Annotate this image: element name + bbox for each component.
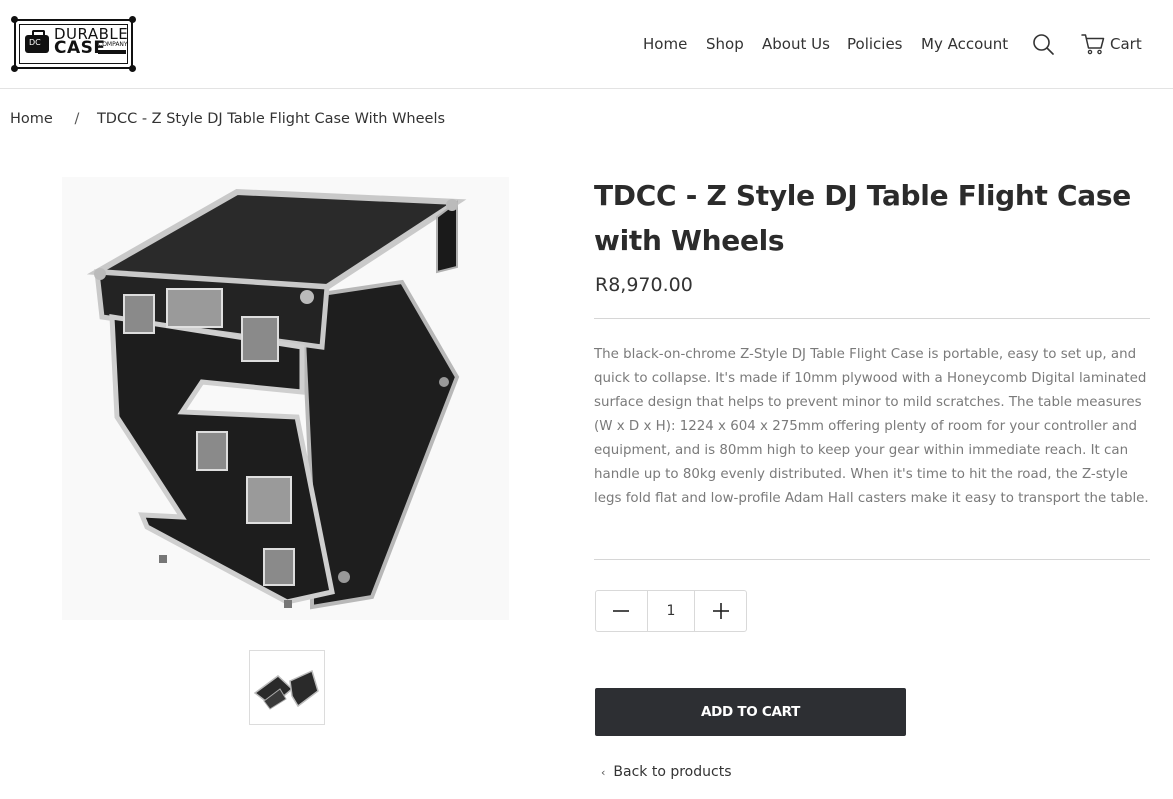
back-to-products-label: Back to products (613, 764, 732, 780)
cart-icon[interactable] (1081, 33, 1105, 55)
nav-home[interactable]: Home (643, 33, 687, 55)
dj-table-case-illustration (86, 188, 467, 610)
logo-corner (11, 65, 18, 72)
increase-quantity-button[interactable] (695, 591, 746, 631)
logo-underline (98, 50, 126, 54)
nav-about-us[interactable]: About Us (762, 33, 830, 55)
search-icon[interactable] (1032, 33, 1054, 55)
logo-word-company: COMPANY (98, 41, 128, 48)
logo-corner (129, 65, 136, 72)
product-thumbnail[interactable] (249, 650, 325, 725)
breadcrumb-current: TDCC - Z Style DJ Table Flight Case With… (96, 111, 446, 127)
product-description: The black-on-chrome Z-Style DJ Table Fli… (594, 347, 1149, 506)
briefcase-icon (25, 30, 49, 53)
site-logo[interactable]: DURABLE CASE COMPANY (11, 16, 136, 72)
breadcrumb: Home / TDCC - Z Style DJ Table Flight Ca… (10, 108, 445, 130)
product-price: R8,970.00 (595, 274, 693, 296)
minus-icon (613, 610, 630, 612)
breadcrumb-home[interactable]: Home (10, 111, 53, 127)
back-to-products-link[interactable]: ‹ Back to products (601, 761, 732, 783)
thumbnail-image (253, 669, 319, 710)
divider (594, 318, 1150, 319)
breadcrumb-separator: / (74, 111, 80, 127)
chevron-left-icon: ‹ (601, 766, 606, 779)
cart-link[interactable]: Cart (1110, 33, 1142, 55)
decrease-quantity-button[interactable] (596, 591, 647, 631)
logo-corner (129, 16, 136, 23)
quantity-stepper: 1 (595, 590, 747, 632)
nav-shop[interactable]: Shop (706, 33, 744, 55)
quantity-input[interactable]: 1 (646, 591, 696, 631)
logo-corner (11, 16, 18, 23)
divider (594, 559, 1150, 560)
add-to-cart-button[interactable]: ADD TO CART (595, 688, 906, 736)
product-main-image[interactable] (62, 177, 509, 620)
plus-icon (712, 603, 729, 619)
nav-policies[interactable]: Policies (847, 33, 902, 55)
product-title: TDCC - Z Style DJ Table Flight Case with… (594, 179, 1131, 257)
site-header: DURABLE CASE COMPANY Home Shop About Us … (0, 0, 1173, 89)
nav-my-account[interactable]: My Account (921, 33, 1008, 55)
